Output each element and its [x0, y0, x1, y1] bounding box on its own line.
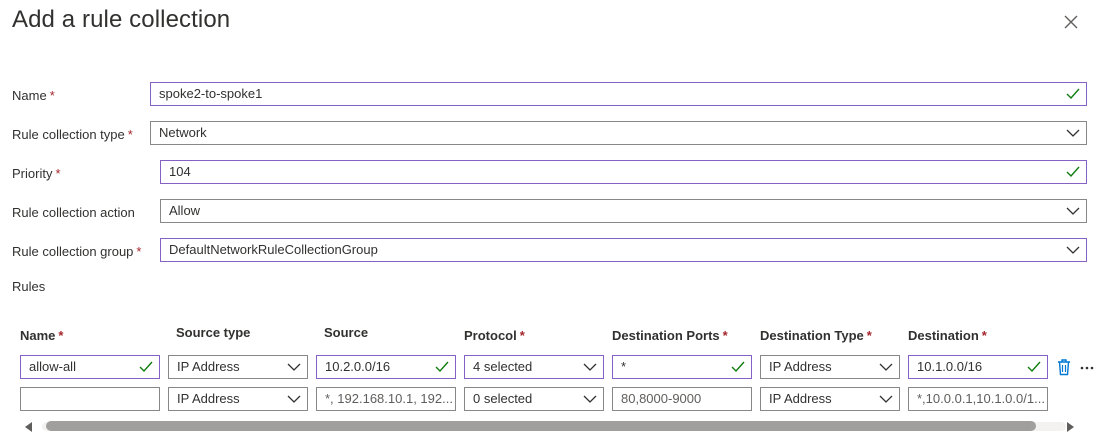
rule-source-type-select[interactable]: IP Address — [168, 387, 308, 411]
column-header-source: Source — [324, 325, 369, 340]
rule-collection-type-select[interactable]: Network — [150, 121, 1087, 145]
horizontal-scrollbar[interactable] — [16, 417, 1086, 435]
rule-protocol-select[interactable]: 4 selected — [464, 355, 604, 379]
checkmark-icon — [731, 361, 745, 373]
rule-destination-ports-input[interactable]: 80,8000-9000 — [612, 387, 752, 411]
chevron-down-icon — [1066, 129, 1080, 137]
checkmark-icon — [1027, 361, 1041, 373]
rule-destination-input[interactable]: *,10.0.0.1,10.1.0.0/1... — [908, 387, 1048, 411]
trash-icon[interactable] — [1056, 358, 1072, 376]
chevron-down-icon — [583, 363, 597, 371]
rule-collection-action-label: Rule collection action — [12, 205, 135, 220]
rule-protocol-select[interactable]: 0 selected — [464, 387, 604, 411]
column-header-source-type: Source type — [176, 325, 251, 340]
chevron-down-icon — [1066, 207, 1080, 215]
rule-destination-type-select[interactable]: IP Address — [760, 387, 900, 411]
panel-title: Add a rule collection — [12, 6, 231, 33]
name-input[interactable]: spoke2-to-spoke1 — [150, 82, 1087, 106]
chevron-down-icon — [583, 395, 597, 403]
checkmark-icon — [1066, 166, 1080, 178]
column-header-destination: Destination * — [908, 328, 987, 343]
column-header-destination-type: Destination Type * — [760, 328, 872, 343]
chevron-down-icon — [287, 363, 301, 371]
more-icon[interactable] — [1078, 358, 1105, 376]
scroll-right-icon[interactable] — [1063, 420, 1077, 434]
scroll-left-icon[interactable] — [22, 420, 36, 434]
rule-destination-ports-input[interactable]: * — [612, 355, 752, 379]
priority-input[interactable]: 104 — [160, 160, 1087, 184]
chevron-down-icon — [879, 395, 893, 403]
close-icon[interactable] — [1061, 12, 1081, 32]
rule-source-type-select[interactable]: IP Address — [168, 355, 308, 379]
chevron-down-icon — [879, 363, 893, 371]
priority-label: Priority * — [12, 166, 61, 181]
chevron-down-icon — [1066, 246, 1080, 254]
chevron-down-icon — [287, 395, 301, 403]
column-header-name: Name * — [20, 328, 64, 343]
column-header-protocol: Protocol * — [464, 328, 525, 343]
rule-destination-input[interactable]: 10.1.0.0/16 — [908, 355, 1048, 379]
checkmark-icon — [139, 361, 153, 373]
scroll-thumb[interactable] — [46, 421, 1036, 431]
checkmark-icon — [1066, 88, 1080, 100]
rule-collection-type-label: Rule collection type * — [12, 127, 133, 142]
rule-source-input[interactable]: *, 192.168.10.1, 192... — [316, 387, 456, 411]
column-header-destination-ports: Destination Ports * — [612, 328, 728, 343]
checkmark-icon — [435, 361, 449, 373]
rules-label: Rules — [12, 279, 46, 294]
rule-destination-type-select[interactable]: IP Address — [760, 355, 900, 379]
rule-collection-group-select[interactable]: DefaultNetworkRuleCollectionGroup — [160, 238, 1087, 262]
rule-source-input[interactable]: 10.2.0.0/16 — [316, 355, 456, 379]
name-label: Name * — [12, 88, 55, 103]
rule-collection-action-select[interactable]: Allow — [160, 199, 1087, 223]
rule-name-input[interactable] — [20, 387, 160, 411]
rule-name-input[interactable]: allow-all — [20, 355, 160, 379]
rule-collection-group-label: Rule collection group * — [12, 244, 142, 259]
